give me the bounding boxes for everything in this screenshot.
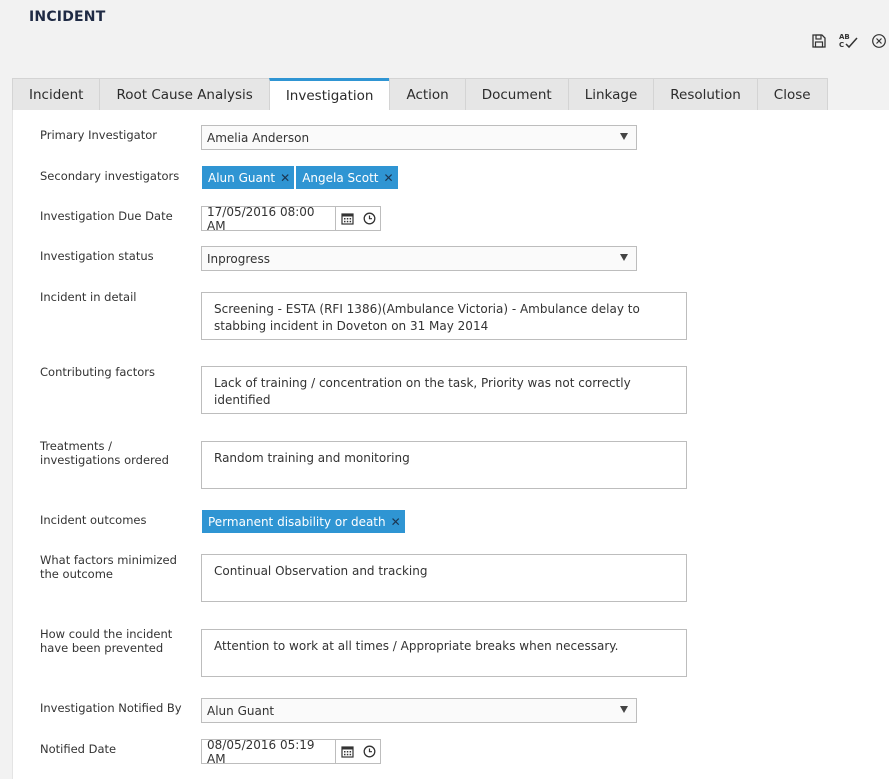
minimized-factors-label: What factors minimized the outcome <box>40 553 177 581</box>
tab-resolution[interactable]: Resolution <box>653 78 757 111</box>
tab-bar: Incident Root Cause Analysis Investigati… <box>12 78 828 111</box>
tab-investigation[interactable]: Investigation <box>268 78 390 111</box>
due-date-picker[interactable]: 17/05/2016 08:00 AM <box>201 205 381 233</box>
notified-date-picker[interactable]: 08/05/2016 05:19 AM <box>201 738 381 766</box>
outcomes-label: Incident outcomes <box>40 513 147 527</box>
treatments-textarea[interactable]: Random training and monitoring <box>201 441 687 489</box>
clock-icon[interactable] <box>358 740 380 763</box>
notified-by-label: Investigation Notified By <box>40 701 182 715</box>
calendar-icon[interactable] <box>336 207 358 230</box>
clock-icon[interactable] <box>358 207 380 230</box>
tab-linkage[interactable]: Linkage <box>567 78 654 111</box>
spellcheck-icon[interactable]: AB C <box>838 31 860 51</box>
tab-root-cause-analysis[interactable]: Root Cause Analysis <box>99 78 269 111</box>
tab-document[interactable]: Document <box>464 78 568 111</box>
tag-permanent-disability: Permanent disability or death ✕ <box>202 510 405 533</box>
tag-label: Permanent disability or death <box>208 514 386 529</box>
chevron-down-icon <box>620 254 628 261</box>
chevron-down-icon <box>620 706 628 713</box>
tab-incident[interactable]: Incident <box>12 78 100 111</box>
contributing-factors-label: Contributing factors <box>40 365 156 379</box>
remove-tag-icon[interactable]: ✕ <box>280 172 290 184</box>
tag-label: Angela Scott <box>302 170 379 185</box>
primary-investigator-value: Amelia Anderson <box>207 130 310 145</box>
investigation-form: Primary Investigator Amelia Anderson Sec… <box>12 110 889 779</box>
due-date-label: Investigation Due Date <box>40 209 173 223</box>
prevention-textarea[interactable]: Attention to work at all times / Appropr… <box>201 629 687 677</box>
notified-date-label: Notified Date <box>40 742 117 756</box>
minimized-factors-textarea[interactable]: Continual Observation and tracking <box>201 554 687 602</box>
close-icon[interactable] <box>868 31 889 51</box>
save-icon[interactable] <box>808 31 830 51</box>
status-value: Inprogress <box>207 251 270 266</box>
toolbar: AB C <box>800 31 889 51</box>
page-title: INCIDENT <box>29 9 106 25</box>
svg-text:C: C <box>839 41 844 49</box>
status-label: Investigation status <box>40 249 154 263</box>
status-select[interactable]: Inprogress <box>201 246 637 271</box>
remove-tag-icon[interactable]: ✕ <box>384 172 394 184</box>
primary-investigator-label: Primary Investigator <box>40 128 157 142</box>
chevron-down-icon <box>620 133 628 140</box>
incident-detail-label: Incident in detail <box>40 290 137 304</box>
tag-angela-scott: Angela Scott ✕ <box>296 166 398 189</box>
calendar-icon[interactable] <box>336 740 358 763</box>
notified-by-select[interactable]: Alun Guant <box>201 698 637 723</box>
treatments-label: Treatments / investigations ordered <box>40 439 169 467</box>
secondary-investigators-label: Secondary investigators <box>40 169 180 183</box>
outcomes-tags[interactable]: Permanent disability or death ✕ <box>202 510 405 533</box>
primary-investigator-select[interactable]: Amelia Anderson <box>201 125 637 150</box>
secondary-investigators-tags[interactable]: Alun Guant ✕ Angela Scott ✕ <box>202 166 398 189</box>
tag-label: Alun Guant <box>208 170 276 185</box>
tag-alun-guant: Alun Guant ✕ <box>202 166 295 189</box>
contributing-factors-textarea[interactable]: Lack of training / concentration on the … <box>201 366 687 414</box>
tab-action[interactable]: Action <box>389 78 465 111</box>
svg-text:AB: AB <box>839 33 850 41</box>
notified-by-value: Alun Guant <box>207 703 275 718</box>
tab-close[interactable]: Close <box>756 78 828 111</box>
due-date-value[interactable]: 17/05/2016 08:00 AM <box>202 205 336 233</box>
incident-detail-textarea[interactable]: Screening - ESTA (RFI 1386)(Ambulance Vi… <box>201 292 687 340</box>
prevention-label: How could the incident have been prevent… <box>40 627 173 655</box>
page-header: INCIDENT AB C <box>0 0 889 60</box>
notified-date-value[interactable]: 08/05/2016 05:19 AM <box>202 738 336 766</box>
remove-tag-icon[interactable]: ✕ <box>391 516 401 528</box>
